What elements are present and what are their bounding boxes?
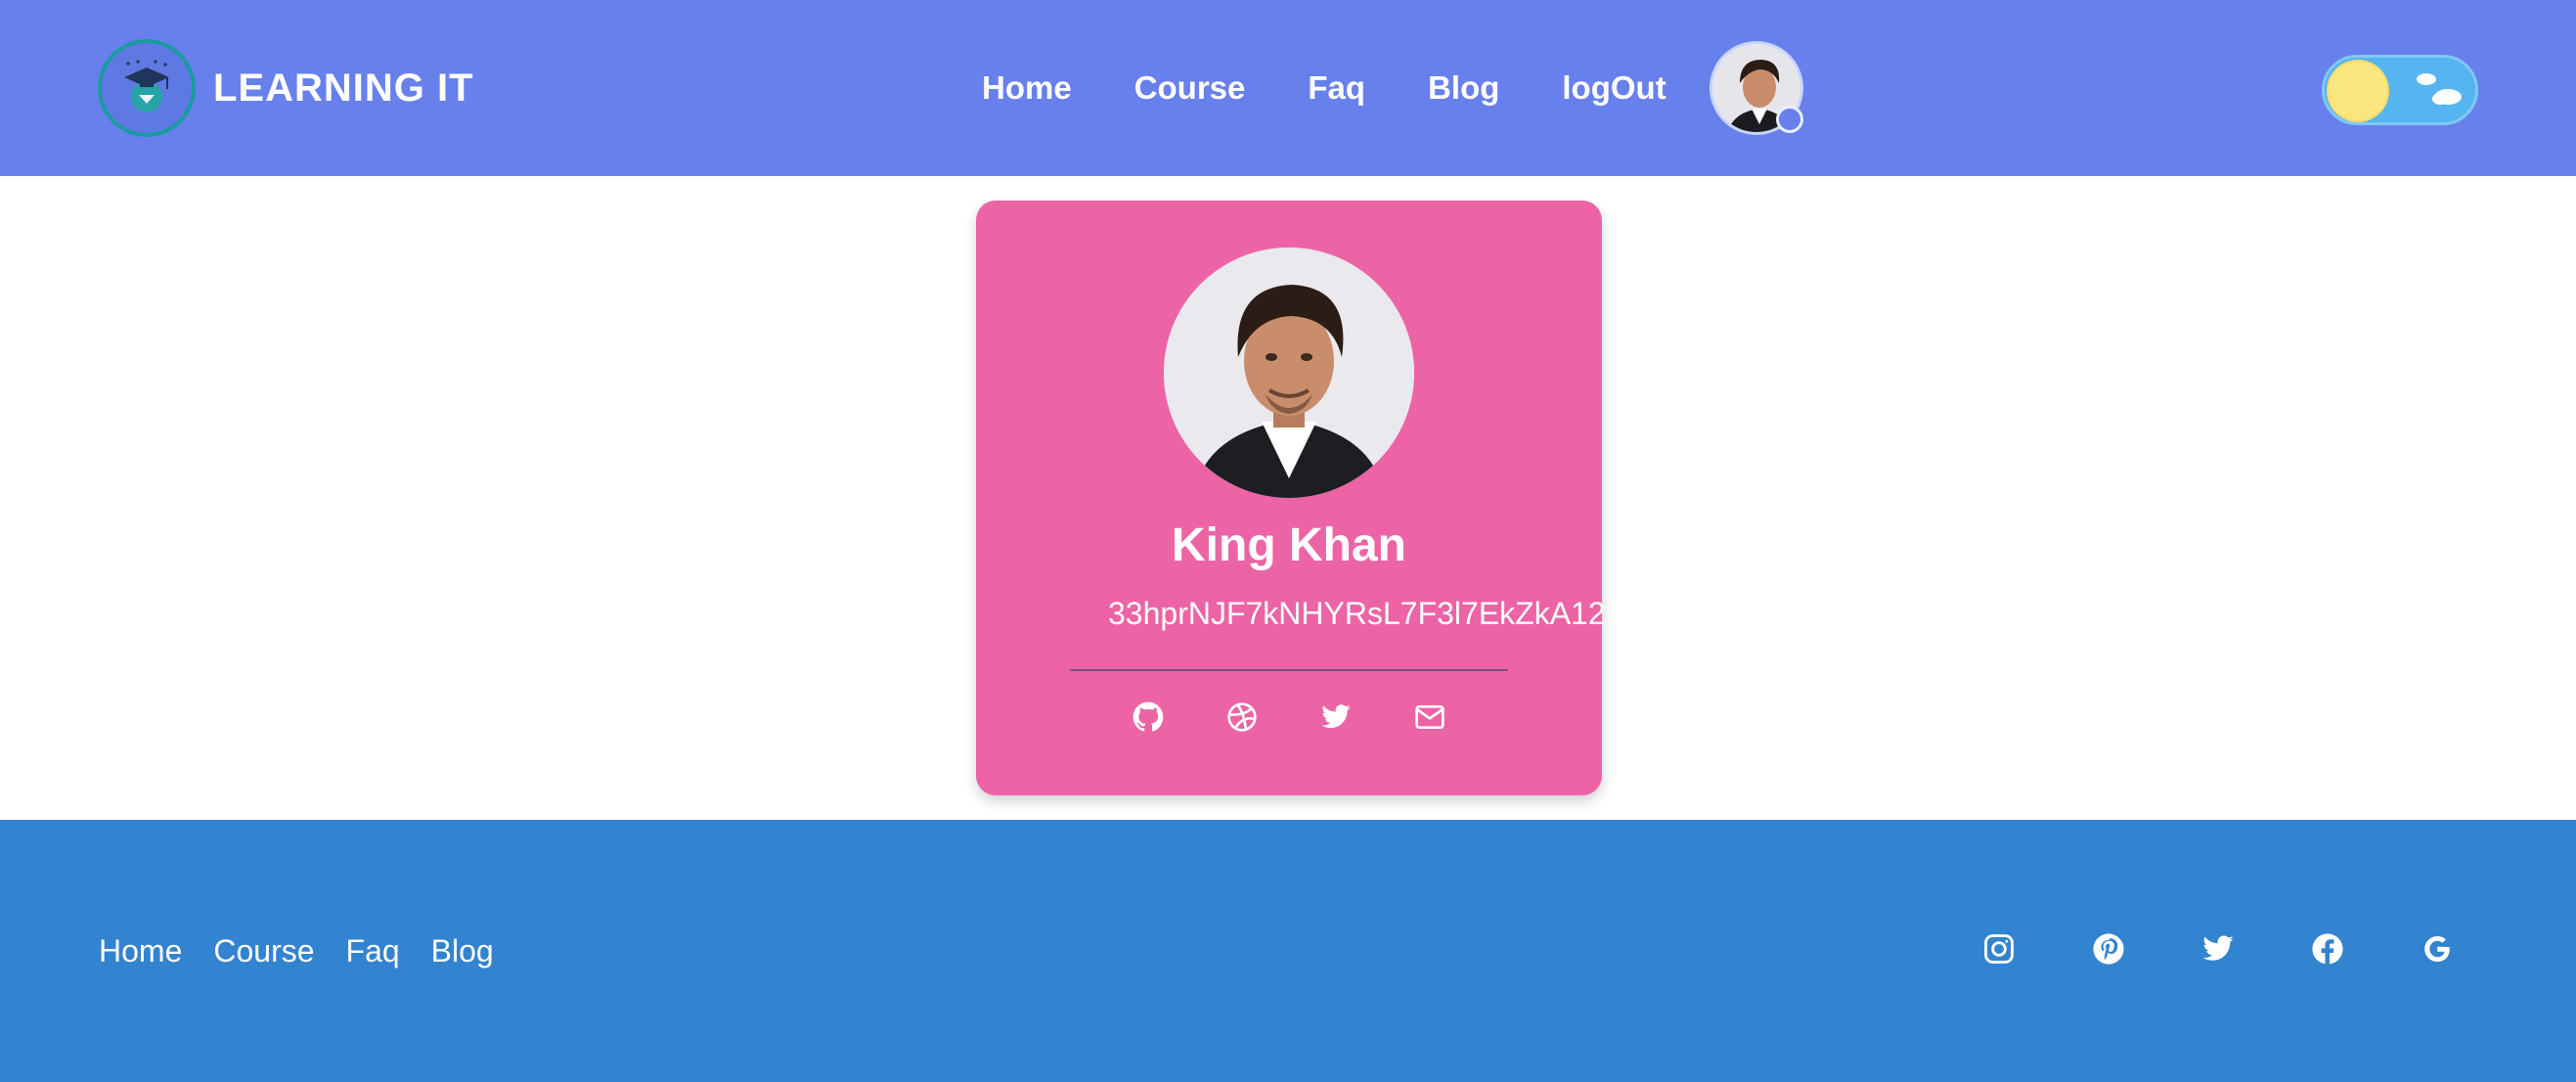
facebook-icon[interactable] bbox=[2310, 931, 2345, 967]
graduation-cap-icon bbox=[98, 39, 196, 137]
pinterest-icon[interactable] bbox=[2091, 931, 2126, 967]
instagram-icon[interactable] bbox=[1981, 931, 2017, 967]
nav-link-course[interactable]: Course bbox=[1134, 69, 1246, 107]
profile-social-links bbox=[1131, 699, 1447, 735]
twitter-icon[interactable] bbox=[2200, 931, 2236, 967]
main-nav: Home Course Faq Blog logOut bbox=[982, 0, 1666, 176]
profile-photo bbox=[1164, 248, 1414, 498]
theme-toggle[interactable] bbox=[2322, 55, 2478, 125]
footer-link-blog[interactable]: Blog bbox=[431, 933, 494, 969]
nav-link-logout[interactable]: logOut bbox=[1562, 69, 1666, 107]
footer-link-home[interactable]: Home bbox=[99, 933, 182, 969]
footer-link-faq[interactable]: Faq bbox=[346, 933, 400, 969]
nav-link-faq[interactable]: Faq bbox=[1308, 69, 1365, 107]
google-icon[interactable] bbox=[2420, 931, 2455, 967]
footer-social-links bbox=[1981, 931, 2455, 967]
cloud-icon bbox=[2417, 73, 2462, 105]
nav-link-blog[interactable]: Blog bbox=[1428, 69, 1499, 107]
brand-name: LEARNING IT bbox=[213, 66, 474, 110]
sun-icon bbox=[2329, 62, 2387, 120]
profile-user-id: 33hprNJF7kNHYRsL7F3l7EkZkA12 bbox=[1108, 596, 1606, 631]
twitter-icon[interactable] bbox=[1318, 699, 1354, 735]
online-status-dot bbox=[1776, 106, 1803, 133]
top-navbar: LEARNING IT Home Course Faq Blog logOut bbox=[0, 0, 2576, 176]
profile-name: King Khan bbox=[1172, 519, 1406, 571]
profile-card: King Khan 33hprNJF7kNHYRsL7F3l7EkZkA12 bbox=[976, 201, 1606, 795]
dribbble-icon[interactable] bbox=[1224, 699, 1260, 735]
nav-link-home[interactable]: Home bbox=[982, 69, 1072, 107]
footer: Home Course Faq Blog bbox=[0, 820, 2576, 1082]
mail-icon[interactable] bbox=[1412, 699, 1447, 735]
divider bbox=[1070, 669, 1508, 671]
footer-link-course[interactable]: Course bbox=[213, 933, 314, 969]
github-icon[interactable] bbox=[1131, 699, 1166, 735]
footer-nav: Home Course Faq Blog bbox=[99, 933, 494, 969]
brand[interactable]: LEARNING IT bbox=[98, 39, 474, 137]
